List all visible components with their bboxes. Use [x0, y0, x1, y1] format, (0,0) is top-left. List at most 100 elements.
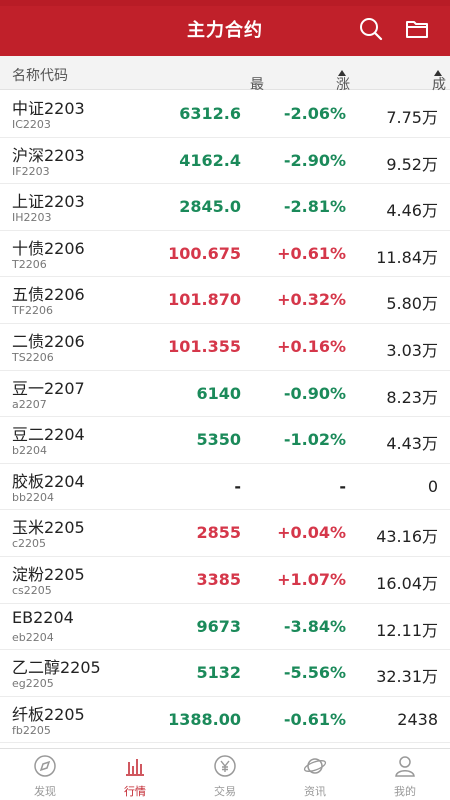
tab-label: 发现 [34, 785, 56, 798]
contract-code: cs2205 [12, 583, 52, 597]
contract-name: 玉米2205 [12, 518, 85, 538]
table-row[interactable]: 沪深2203 IF2203 4162.4 -2.90% 9.52万 [0, 137, 450, 185]
table-row[interactable]: EB2204 eb2204 9673 -3.84% 12.11万 [0, 603, 450, 651]
tab-discover[interactable]: 发现 [0, 749, 90, 800]
contract-code: TF2206 [12, 304, 54, 318]
change-percent: - [339, 476, 346, 496]
latest-price: 101.355 [168, 336, 241, 356]
tab-profile[interactable]: 我的 [360, 749, 450, 800]
change-percent: +0.04% [277, 523, 346, 543]
volume: 43.16万 [376, 527, 438, 547]
change-percent: +0.61% [277, 243, 346, 263]
volume: 9.52万 [386, 154, 438, 174]
volume: 16.04万 [376, 573, 438, 593]
contract-name: 五债2206 [12, 285, 85, 305]
volume: 7.75万 [386, 108, 438, 127]
contract-code: c2205 [12, 537, 47, 551]
tab-news[interactable]: 资讯 [270, 749, 360, 800]
latest-price: 101.870 [168, 290, 241, 310]
latest-price: 9673 [196, 616, 241, 636]
change-percent: -0.90% [283, 383, 346, 403]
column-volume[interactable]: 成交量 [432, 65, 446, 133]
table-row[interactable]: 乙二醇2205 eg2205 5132 -5.56% 32.31万 [0, 650, 450, 697]
change-percent: -2.81% [283, 197, 346, 217]
column-change-percent[interactable]: 涨跌幅 [336, 65, 350, 133]
table-row[interactable]: 二债2206 TS2206 101.355 +0.16% 3.03万 [0, 323, 450, 371]
table-row[interactable]: 十债2206 T2206 100.675 +0.61% 11.84万 [0, 230, 450, 278]
contract-name: 豆一2207 [12, 378, 85, 398]
contract-name: 胶板2204 [12, 471, 85, 491]
bottom-tab-bar: 发现 行情 交易 资讯 我的 [0, 748, 450, 800]
latest-price: - [234, 476, 241, 496]
contract-code: bb2204 [12, 490, 54, 504]
contract-name: 二债2206 [12, 331, 85, 351]
table-row[interactable]: 豆二2204 b2204 5350 -1.02% 4.43万 [0, 417, 450, 464]
volume: 2438 [397, 709, 438, 729]
latest-price: 2855 [196, 523, 241, 543]
change-percent: -0.61% [283, 709, 346, 729]
contract-name: 纤板2205 [12, 704, 85, 724]
table-row[interactable]: 淀粉2205 cs2205 3385 +1.07% 16.04万 [0, 556, 450, 604]
change-percent: +1.07% [277, 569, 346, 589]
volume: 12.11万 [376, 620, 438, 640]
market-chart-icon [126, 759, 144, 776]
table-row[interactable]: 玉米2205 c2205 2855 +0.04% 43.16万 [0, 510, 450, 557]
table-row[interactable]: 上证2203 IH2203 2845.0 -2.81% 4.46万 [0, 184, 450, 231]
status-bar [0, 0, 450, 6]
contract-name: 豆二2204 [12, 425, 85, 445]
table-row[interactable]: 纤板2205 fb2205 1388.00 -0.61% 2438 [0, 696, 450, 744]
change-percent: -1.02% [283, 430, 346, 450]
app-header: 主力合约 [0, 0, 450, 56]
latest-price: 3385 [196, 569, 241, 589]
contract-name: 沪深2203 [12, 145, 85, 165]
contract-code: IF2203 [12, 164, 50, 178]
search-icon[interactable] [358, 16, 384, 42]
contract-code: IC2203 [12, 118, 51, 131]
contract-name: 上证2203 [12, 192, 85, 212]
change-percent: +0.32% [277, 290, 346, 310]
table-row[interactable]: 豆一2207 a2207 6140 -0.90% 8.23万 [0, 370, 450, 418]
contract-list: 中证2203 IC2203 6312.6 -2.06% 7.75万 沪深2203 IF220… [0, 91, 450, 744]
volume: 0 [427, 476, 438, 496]
volume: 5.80万 [386, 294, 438, 314]
contract-code: eb2204 [12, 630, 54, 644]
volume: 32.31万 [376, 667, 438, 687]
tab-label: 我的 [394, 785, 416, 798]
contract-code: a2207 [12, 397, 47, 411]
change-percent: +0.16% [277, 336, 346, 356]
contract-name: 十债2206 [12, 238, 85, 258]
latest-price: 2845.0 [179, 197, 241, 217]
tab-label: 行情 [124, 785, 146, 798]
contract-code: eg2205 [12, 677, 54, 691]
latest-price: 5132 [196, 663, 241, 683]
change-percent: -2.06% [283, 104, 346, 123]
table-row[interactable]: 胶板2204 bb2204 - - 0 [0, 463, 450, 511]
change-percent: -2.90% [283, 150, 346, 170]
change-percent: -5.56% [283, 663, 346, 683]
contract-name: EB2204 [12, 607, 74, 627]
tab-market[interactable]: 行情 [90, 749, 180, 800]
volume: 4.43万 [386, 434, 438, 454]
contract-code: IH2203 [12, 211, 52, 225]
news-planet-icon [303, 758, 327, 774]
folder-icon[interactable] [404, 16, 430, 42]
table-row[interactable]: 中证2203 IC2203 6312.6 -2.06% 7.75万 [0, 91, 450, 138]
contract-code: fb2205 [12, 723, 51, 737]
column-header-row: 名称代码 最新价 涨跌幅 成交量 [0, 56, 450, 133]
latest-price: 100.675 [168, 243, 241, 263]
profile-icon [395, 756, 415, 777]
contract-code: TS2206 [12, 350, 54, 364]
tab-label: 资讯 [304, 785, 326, 798]
table-row[interactable]: 五债2206 TF2206 101.870 +0.32% 5.80万 [0, 277, 450, 324]
volume: 4.46万 [386, 201, 438, 221]
tab-trade[interactable]: 交易 [180, 749, 270, 800]
contract-name: 中证2203 [12, 99, 85, 118]
contract-name: 乙二醇2205 [12, 658, 101, 678]
column-name-code: 名称代码 [12, 68, 68, 84]
volume: 3.03万 [386, 340, 438, 360]
volume: 11.84万 [376, 247, 438, 267]
discover-icon [34, 755, 56, 777]
volume: 8.23万 [386, 387, 438, 407]
latest-price: 1388.00 [168, 709, 241, 729]
contract-name: 淀粉2205 [12, 564, 85, 584]
